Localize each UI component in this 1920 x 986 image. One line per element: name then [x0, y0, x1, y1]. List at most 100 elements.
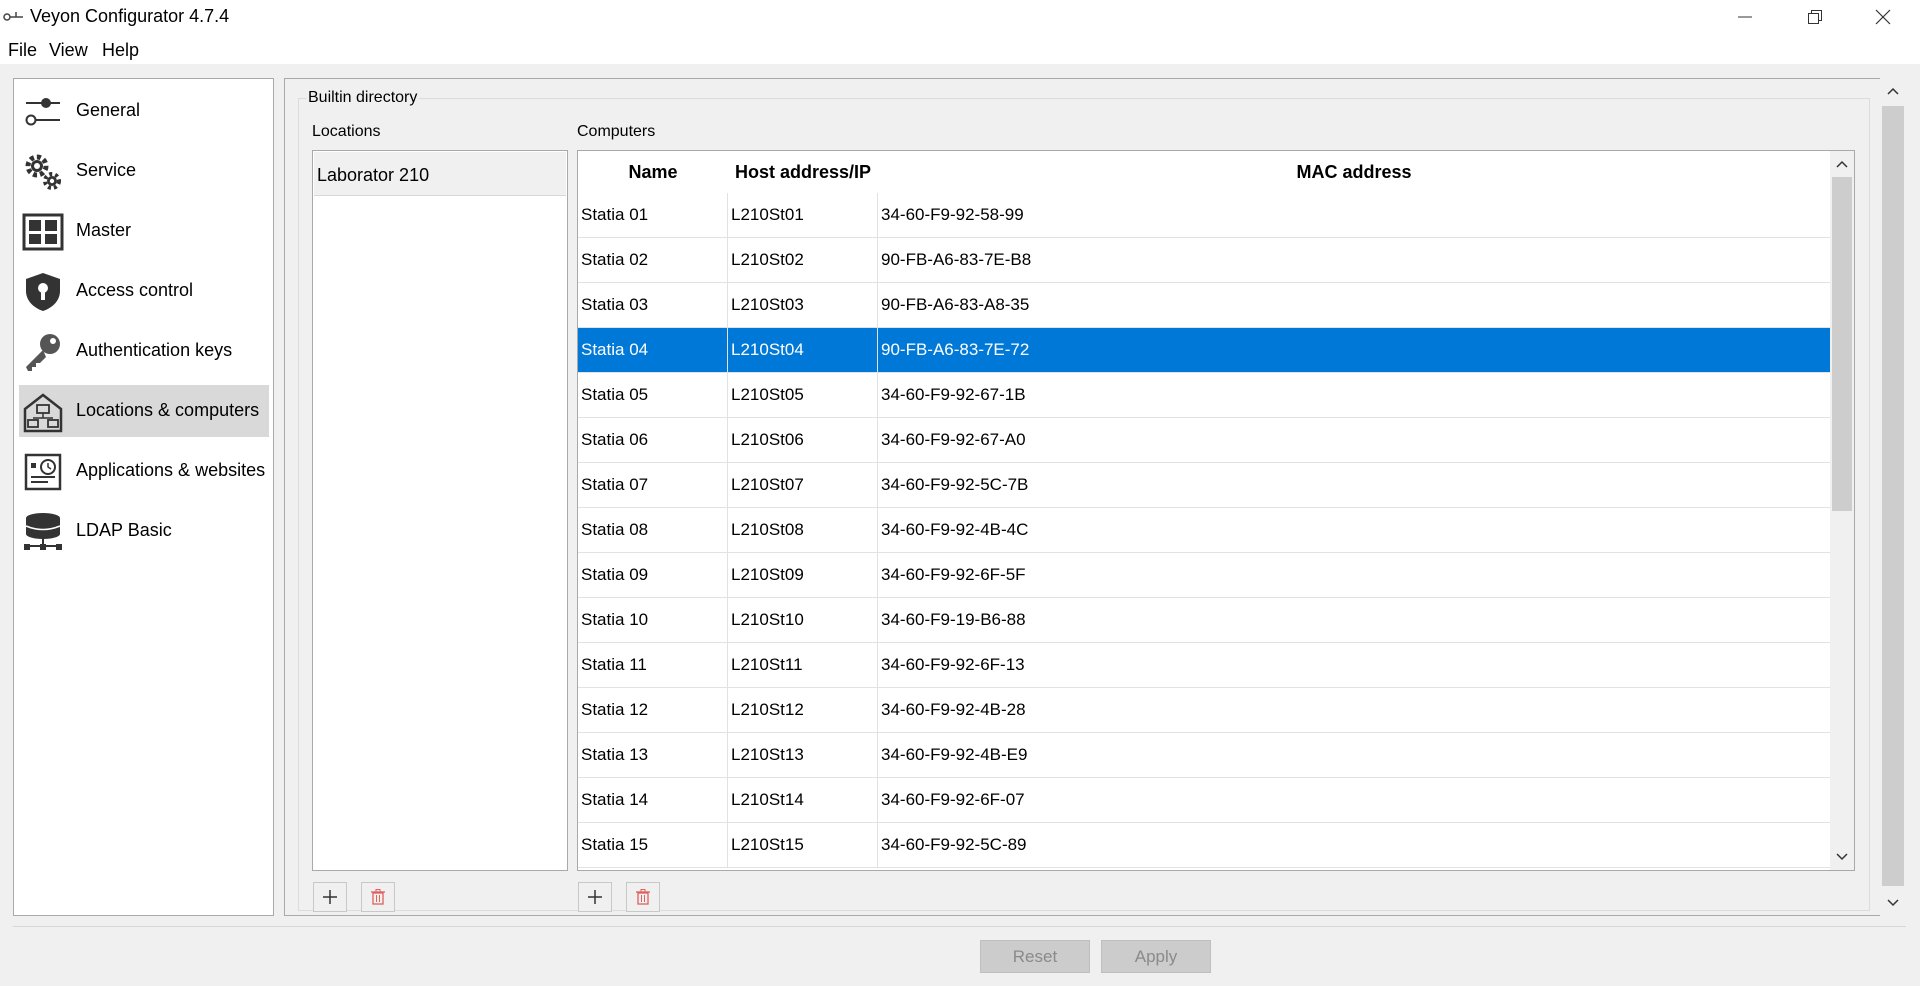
- scrollbar-thumb[interactable]: [1882, 106, 1904, 886]
- cell-mac: 34-60-F9-92-4B-E9: [881, 745, 1028, 764]
- cell-name: Statia 11: [578, 643, 728, 687]
- table-row[interactable]: Statia 08 L210St08 34-60-F9-92-4B-4C: [578, 508, 1830, 553]
- cell-host: L210St11: [728, 643, 878, 687]
- dashboard-grid-icon: [22, 213, 64, 251]
- cell-mac: 90-FB-A6-83-A8-35: [881, 295, 1030, 314]
- cell-host: L210St05: [728, 373, 878, 417]
- table-row[interactable]: Statia 12 L210St12 34-60-F9-92-4B-28: [578, 688, 1830, 733]
- scroll-up-icon[interactable]: [1881, 80, 1905, 102]
- cell-name: Statia 10: [578, 598, 728, 642]
- cell-name: Statia 03: [578, 283, 728, 327]
- cell-name: Statia 09: [578, 553, 728, 597]
- cell-name: Statia 06: [578, 418, 728, 462]
- sidebar-item-general[interactable]: General: [19, 85, 269, 137]
- cell-host: L210St04: [728, 328, 878, 372]
- cell-host: L210St09: [728, 553, 878, 597]
- cell-name: Statia 05: [578, 373, 728, 417]
- sidebar-item-applications-websites[interactable]: Applications & websites: [19, 445, 269, 497]
- table-scrollbar[interactable]: [1830, 151, 1854, 870]
- scroll-down-icon[interactable]: [1881, 892, 1905, 914]
- table-row[interactable]: Statia 06 L210St06 34-60-F9-92-67-A0: [578, 418, 1830, 463]
- cell-host: L210St07: [728, 463, 878, 507]
- cell-host: L210St14: [728, 778, 878, 822]
- sidebar-item-label: Access control: [76, 280, 194, 300]
- table-row[interactable]: Statia 03 L210St03 90-FB-A6-83-A8-35: [578, 283, 1830, 328]
- sidebar-item-locations-computers[interactable]: Locations & computers: [19, 385, 269, 437]
- scrollbar-thumb[interactable]: [1832, 177, 1852, 511]
- cell-mac: 34-60-F9-92-6F-5F: [881, 565, 1026, 584]
- cell-mac: 90-FB-A6-83-7E-72: [881, 340, 1030, 359]
- cell-host: L210St12: [728, 688, 878, 732]
- window-title: Veyon Configurator 4.7.4: [30, 6, 230, 26]
- apply-button[interactable]: Apply: [1101, 940, 1211, 973]
- cell-name: Statia 04: [578, 328, 728, 372]
- cell-name: Statia 15: [578, 823, 728, 867]
- minimize-button[interactable]: [1710, 0, 1780, 34]
- group-title: Builtin directory: [306, 89, 420, 107]
- table-row[interactable]: Statia 01 L210St01 34-60-F9-92-58-99: [578, 193, 1830, 238]
- cell-name: Statia 14: [578, 778, 728, 822]
- table-row[interactable]: Statia 15 L210St15 34-60-F9-92-5C-89: [578, 823, 1830, 868]
- cell-mac: 34-60-F9-92-5C-89: [881, 835, 1027, 854]
- sidebar-item-label: Applications & websites: [76, 460, 266, 480]
- table-row[interactable]: Statia 14 L210St14 34-60-F9-92-6F-07: [578, 778, 1830, 823]
- menu-view[interactable]: View: [49, 40, 88, 61]
- table-row[interactable]: Statia 11 L210St11 34-60-F9-92-6F-13: [578, 643, 1830, 688]
- close-button[interactable]: [1848, 0, 1918, 34]
- plus-icon: [588, 890, 602, 904]
- column-header-host[interactable]: Host address/IP: [728, 151, 878, 193]
- computers-table: Name Host address/IP MAC address Statia …: [577, 150, 1855, 871]
- column-header-mac[interactable]: MAC address: [878, 151, 1830, 193]
- menu-file[interactable]: File: [8, 40, 37, 61]
- sidebar-item-label: Service: [76, 160, 137, 180]
- add-computer-button[interactable]: [578, 882, 612, 912]
- table-row[interactable]: Statia 02 L210St02 90-FB-A6-83-7E-B8: [578, 238, 1830, 283]
- cell-host: L210St10: [728, 598, 878, 642]
- sidebar-item-ldap-basic[interactable]: LDAP Basic: [19, 505, 269, 557]
- gears-icon: [25, 154, 61, 190]
- sidebar-item-label: General: [76, 100, 141, 120]
- scroll-up-icon[interactable]: [1830, 153, 1854, 175]
- cell-mac: 34-60-F9-92-58-99: [881, 205, 1024, 224]
- locations-label: Locations: [312, 123, 381, 140]
- locations-list: Laborator 210: [312, 150, 568, 871]
- list-item[interactable]: Laborator 210: [314, 152, 566, 196]
- restore-button[interactable]: [1780, 0, 1850, 34]
- cell-mac: 90-FB-A6-83-7E-B8: [881, 250, 1032, 269]
- table-row[interactable]: Statia 05 L210St05 34-60-F9-92-67-1B: [578, 373, 1830, 418]
- sidebar-item-master[interactable]: Master: [19, 205, 269, 257]
- cell-host: L210St15: [728, 823, 878, 867]
- sidebar-item-authentication-keys[interactable]: Authentication keys: [19, 325, 269, 377]
- cell-mac: 34-60-F9-92-6F-07: [881, 790, 1025, 809]
- cell-host: L210St01: [728, 193, 878, 237]
- cell-name: Statia 07: [578, 463, 728, 507]
- reset-button[interactable]: Reset: [980, 940, 1090, 973]
- cell-host: L210St03: [728, 283, 878, 327]
- app-icon: [3, 12, 23, 21]
- minimize-icon: [1738, 16, 1752, 18]
- remove-location-button[interactable]: [361, 882, 395, 912]
- location-name: Laborator 210: [317, 165, 430, 185]
- table-row[interactable]: Statia 10 L210St10 34-60-F9-19-B6-88: [578, 598, 1830, 643]
- menu-bar: File View Help: [0, 34, 1920, 64]
- table-row[interactable]: Statia 04 L210St04 90-FB-A6-83-7E-72: [578, 328, 1830, 373]
- cell-mac: 34-60-F9-92-4B-4C: [881, 520, 1029, 539]
- table-row[interactable]: Statia 09 L210St09 34-60-F9-92-6F-5F: [578, 553, 1830, 598]
- content-scrollbar[interactable]: [1880, 78, 1906, 916]
- table-row[interactable]: Statia 13 L210St13 34-60-F9-92-4B-E9: [578, 733, 1830, 778]
- table-header: Name Host address/IP MAC address: [578, 151, 1830, 193]
- sliders-icon: [25, 98, 60, 126]
- sidebar-item-label: LDAP Basic: [76, 520, 172, 540]
- column-header-name[interactable]: Name: [578, 151, 728, 193]
- remove-computer-button[interactable]: [626, 882, 660, 912]
- sidebar-item-access-control[interactable]: Access control: [19, 265, 269, 317]
- sidebar-item-service[interactable]: Service: [19, 145, 269, 197]
- cell-host: L210St06: [728, 418, 878, 462]
- cell-mac: 34-60-F9-92-5C-7B: [881, 475, 1029, 494]
- table-row[interactable]: Statia 07 L210St07 34-60-F9-92-5C-7B: [578, 463, 1830, 508]
- cell-name: Statia 01: [578, 193, 728, 237]
- scroll-down-icon[interactable]: [1830, 846, 1854, 868]
- add-location-button[interactable]: [313, 882, 347, 912]
- menu-help[interactable]: Help: [102, 40, 139, 61]
- cell-mac: 34-60-F9-92-6F-13: [881, 655, 1025, 674]
